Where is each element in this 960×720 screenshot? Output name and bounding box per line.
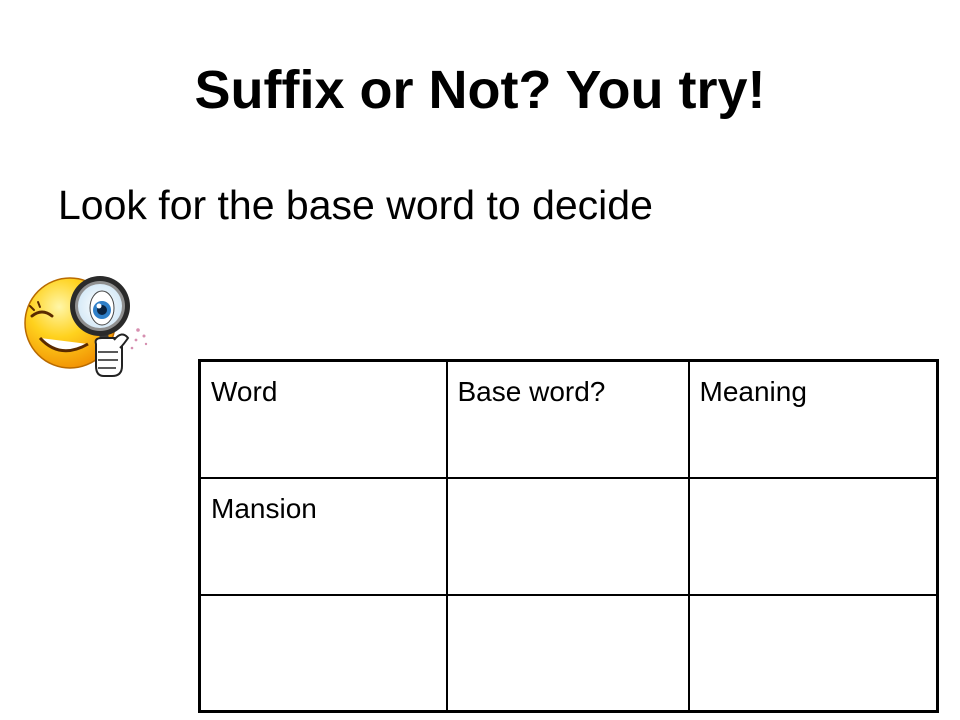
table-cell — [445, 593, 690, 713]
table-cell — [445, 476, 690, 596]
slide-title: Suffix or Not? You try! — [194, 60, 766, 120]
table-cell — [687, 593, 939, 713]
slide-subtitle: Look for the base word to decide — [58, 182, 653, 228]
table-header-cell: Meaning — [687, 359, 939, 479]
table-header-row: Word Base word? Meaning — [198, 359, 939, 479]
slide: { "slide": { "title": "Suffix or Not? Yo… — [0, 0, 960, 720]
table-row — [198, 593, 939, 713]
smiley-magnifying-glass-icon — [24, 276, 148, 377]
table-cell — [198, 593, 448, 713]
table-header-cell: Word — [198, 359, 448, 479]
word-table: Word Base word? Meaning Mansion — [198, 359, 939, 713]
table-row: Mansion — [198, 476, 939, 596]
table-cell: Mansion — [198, 476, 448, 596]
table-header-cell: Base word? — [445, 359, 690, 479]
table-cell — [687, 476, 939, 596]
